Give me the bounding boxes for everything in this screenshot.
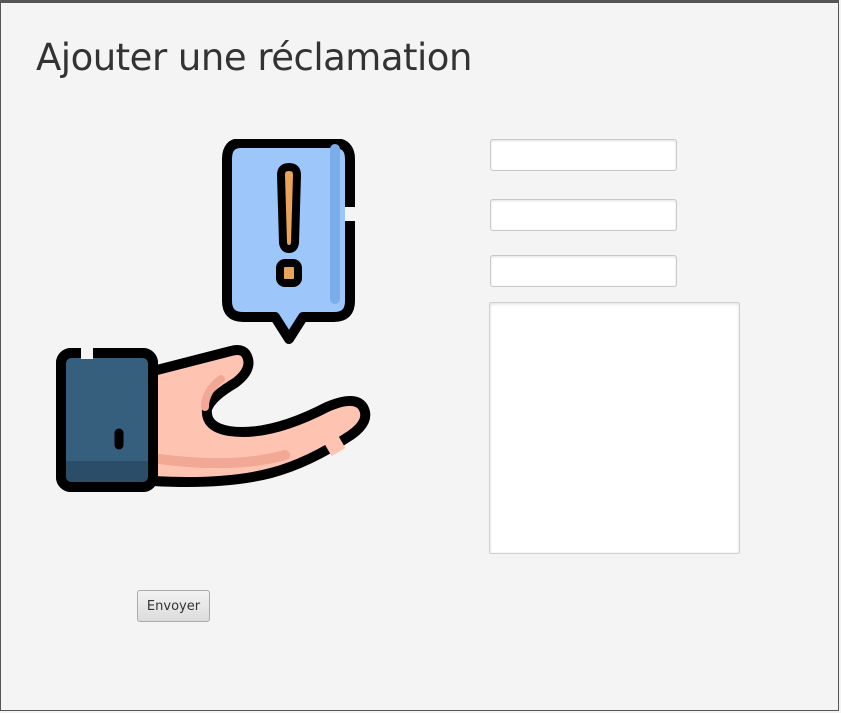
hand-with-exclamation-bubble-icon bbox=[56, 138, 371, 492]
app-window: Ajouter une réclamation Envoyer bbox=[0, 0, 839, 711]
page-title: Ajouter une réclamation bbox=[36, 36, 472, 79]
complaint-field-3[interactable] bbox=[490, 255, 677, 287]
complaint-field-2[interactable] bbox=[490, 199, 677, 231]
complaint-field-1[interactable] bbox=[490, 139, 677, 171]
send-button[interactable]: Envoyer bbox=[137, 590, 210, 622]
complaint-description-textarea[interactable] bbox=[489, 302, 740, 554]
complaint-illustration bbox=[55, 138, 375, 495]
